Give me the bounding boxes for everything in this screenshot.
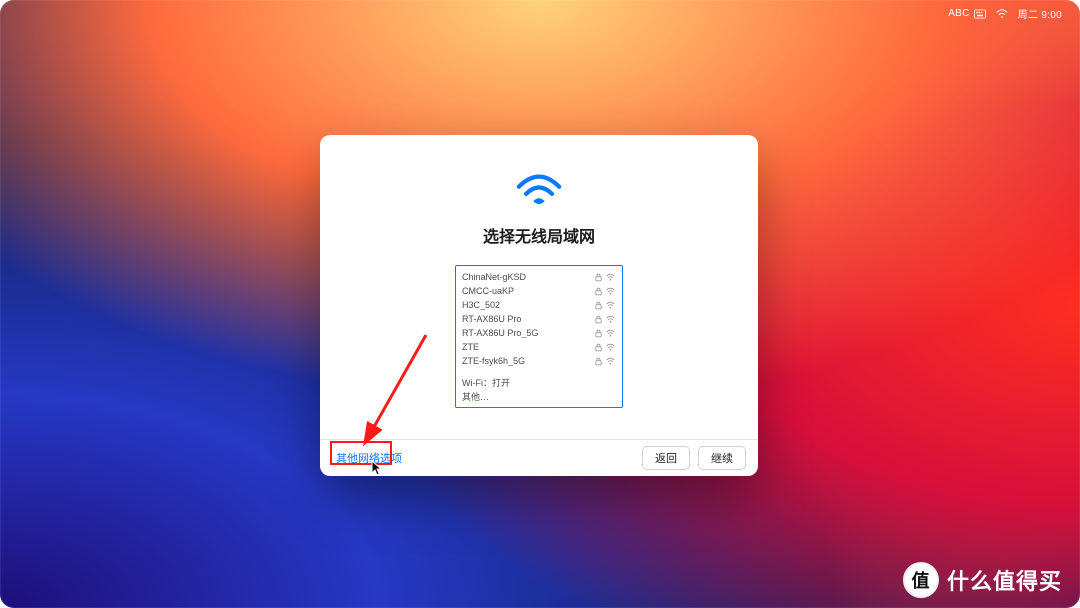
wifi-network-row[interactable]: ZTE [456,340,622,354]
page-title: 选择无线局域网 [483,223,595,247]
lock-icon [592,287,604,296]
wifi-signal-icon [604,301,616,310]
wifi-network-row[interactable]: RT-AX86U Pro [456,312,622,326]
continue-button[interactable]: 继续 [698,446,746,470]
wifi-signal-icon [604,357,616,366]
wifi-other-row[interactable]: 其他… [456,389,622,403]
wifi-network-name: RT-AX86U Pro_5G [462,328,592,338]
wifi-status-row[interactable]: Wi-Fi：打开 [456,375,622,389]
other-network-options-link[interactable]: 其他网络选项 [332,448,406,468]
wifi-network-name: H3C_502 [462,300,592,310]
wifi-network-row[interactable]: ChinaNet-gKSD [456,270,622,284]
wifi-network-list[interactable]: ChinaNet-gKSD CMCC-uaKP H3C_502 RT-AX86U Pr… [455,265,623,408]
sheet-footer: 其他网络选项 返回 继续 [320,439,758,476]
lock-icon [592,315,604,324]
input-method-label: ABC [948,8,969,19]
back-button[interactable]: 返回 [642,446,690,470]
lock-icon [592,329,604,338]
wifi-network-row[interactable]: H3C_502 [456,298,622,312]
wifi-signal-icon [604,287,616,296]
lock-icon [592,273,604,282]
wifi-signal-icon [604,329,616,338]
wifi-network-name: RT-AX86U Pro [462,314,592,324]
wifi-network-row[interactable]: RT-AX86U Pro_5G [456,326,622,340]
watermark: 值 什么值得买 [903,562,1062,598]
wifi-signal-icon [604,343,616,352]
menubar-clock[interactable]: 周二 9:00 [1018,6,1062,21]
lock-icon [592,301,604,310]
watermark-badge: 值 [903,562,939,598]
menubar-status: ABC 周二 9:00 [948,6,1062,21]
wifi-network-name: ChinaNet-gKSD [462,272,592,282]
lock-icon [592,343,604,352]
wifi-network-name: CMCC-uaKP [462,286,592,296]
setup-assistant-window: 选择无线局域网 ChinaNet-gKSD CMCC-uaKP H3C_502 RT-… [320,135,758,476]
wifi-network-row[interactable]: ZTE-fsyk6h_5G [456,354,622,368]
wifi-icon [516,171,562,211]
lock-icon [592,357,604,366]
keyboard-icon [974,9,986,19]
wifi-signal-icon [604,273,616,282]
wifi-network-row[interactable]: CMCC-uaKP [456,284,622,298]
wifi-network-name: ZTE-fsyk6h_5G [462,356,592,366]
watermark-text: 什么值得买 [947,564,1062,596]
wifi-signal-icon [604,315,616,324]
wifi-network-name: ZTE [462,342,592,352]
wifi-status-icon[interactable] [996,9,1008,19]
input-method-indicator[interactable]: ABC [948,8,985,19]
